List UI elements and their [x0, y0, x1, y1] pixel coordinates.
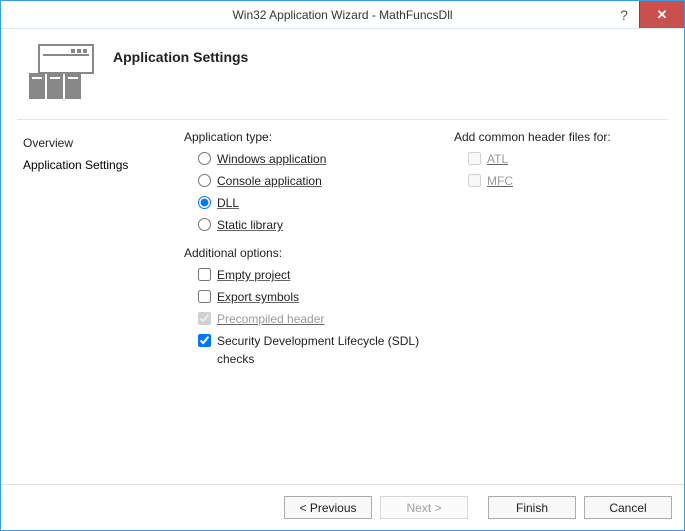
content: Application Settings Overview Applicatio…: [1, 29, 684, 484]
radio-windows-app-label: Windows application: [217, 150, 326, 168]
radio-console-app-label: Console application: [217, 172, 322, 190]
check-mfc-label: MFC: [487, 172, 513, 190]
check-precompiled-header-input: [198, 312, 211, 325]
previous-button[interactable]: < Previous: [284, 496, 372, 519]
help-button[interactable]: ?: [609, 1, 639, 28]
next-button: Next >: [380, 496, 468, 519]
check-empty-project-label: Empty project: [217, 266, 290, 284]
radio-console-app-input[interactable]: [198, 174, 211, 187]
sidebar-item-app-settings[interactable]: Application Settings: [17, 154, 174, 176]
check-empty-project-input[interactable]: [198, 268, 211, 281]
app-type-label: Application type:: [184, 130, 434, 144]
radio-dll-input[interactable]: [198, 196, 211, 209]
close-button[interactable]: ✕: [639, 1, 684, 28]
finish-button[interactable]: Finish: [488, 496, 576, 519]
radio-windows-app[interactable]: Windows application: [184, 148, 434, 170]
check-export-symbols-label: Export symbols: [217, 288, 299, 306]
window-title: Win32 Application Wizard - MathFuncsDll: [232, 8, 452, 22]
check-atl-input: [468, 152, 481, 165]
check-export-symbols[interactable]: Export symbols: [184, 286, 434, 308]
radio-static-lib-input[interactable]: [198, 218, 211, 231]
body: Overview Application Settings Applicatio…: [13, 120, 672, 484]
radio-dll[interactable]: DLL: [184, 192, 434, 214]
cancel-button[interactable]: Cancel: [584, 496, 672, 519]
check-sdl-label: Security Development Lifecycle (SDL) che…: [217, 332, 427, 368]
radio-dll-label: DLL: [217, 194, 239, 212]
common-header-label: Add common header files for:: [454, 130, 666, 144]
page-title: Application Settings: [113, 43, 248, 65]
radio-windows-app-input[interactable]: [198, 152, 211, 165]
check-atl-label: ATL: [487, 150, 508, 168]
left-column: Application type: Windows application Co…: [184, 130, 434, 484]
additional-label: Additional options:: [184, 246, 434, 260]
wizard-window: Win32 Application Wizard - MathFuncsDll …: [0, 0, 685, 531]
main: Application type: Windows application Co…: [178, 130, 672, 484]
check-atl: ATL: [454, 148, 666, 170]
sidebar: Overview Application Settings: [13, 130, 178, 484]
sidebar-item-overview[interactable]: Overview: [17, 132, 174, 154]
header: Application Settings: [13, 39, 672, 119]
titlebar: Win32 Application Wizard - MathFuncsDll …: [1, 1, 684, 29]
radio-static-lib[interactable]: Static library: [184, 214, 434, 236]
radio-static-lib-label: Static library: [217, 216, 283, 234]
check-precompiled-header: Precompiled header: [184, 308, 434, 330]
window-controls: ? ✕: [609, 1, 684, 28]
check-export-symbols-input[interactable]: [198, 290, 211, 303]
right-column: Add common header files for: ATL MFC: [454, 130, 666, 484]
wizard-icon: [27, 43, 97, 101]
check-sdl[interactable]: Security Development Lifecycle (SDL) che…: [184, 330, 434, 370]
check-empty-project[interactable]: Empty project: [184, 264, 434, 286]
radio-console-app[interactable]: Console application: [184, 170, 434, 192]
footer: < Previous Next > Finish Cancel: [1, 484, 684, 530]
check-mfc-input: [468, 174, 481, 187]
check-precompiled-header-label: Precompiled header: [217, 310, 324, 328]
check-sdl-input[interactable]: [198, 334, 211, 347]
check-mfc: MFC: [454, 170, 666, 192]
